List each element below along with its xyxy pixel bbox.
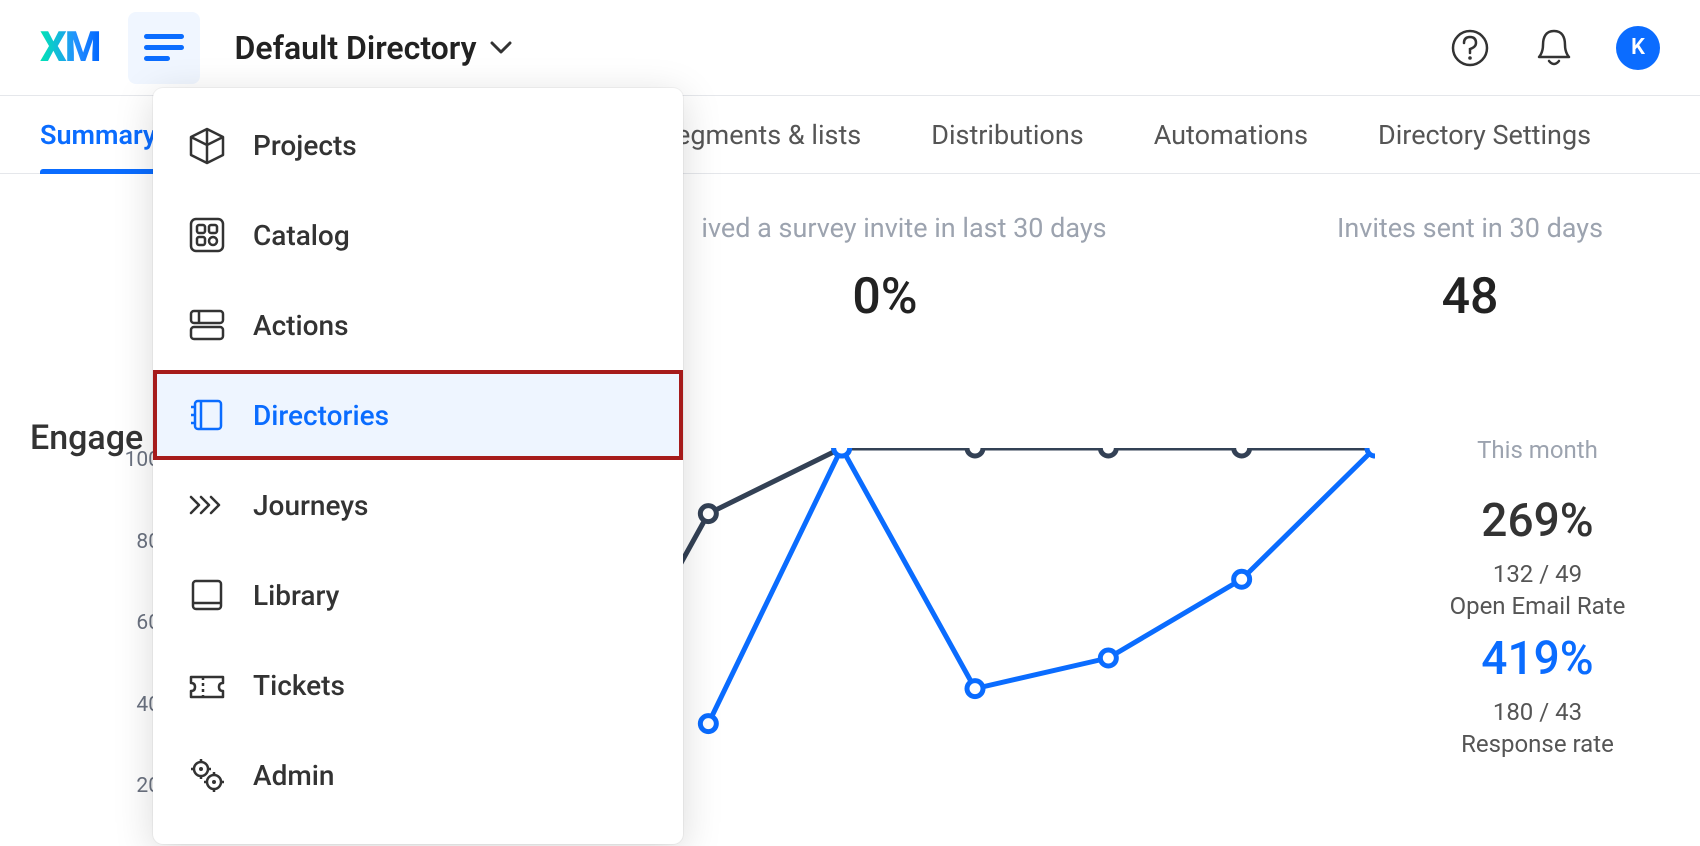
catalog-icon — [187, 215, 227, 255]
notifications-button[interactable] — [1532, 26, 1576, 70]
metric-label: Invites sent in 30 days — [1280, 212, 1660, 244]
metric-value: 48 — [1280, 268, 1660, 326]
open-rate-value: 269% — [1415, 494, 1660, 548]
admin-icon — [187, 755, 227, 795]
menu-item-label: Actions — [253, 309, 349, 342]
menu-admin[interactable]: Admin — [153, 730, 683, 820]
header-bar: XM Default Directory K — [0, 0, 1700, 96]
menu-item-label: Library — [253, 579, 339, 612]
avatar-letter: K — [1631, 35, 1645, 60]
menu-item-label: Directories — [253, 399, 389, 432]
menu-item-label: Journeys — [253, 489, 368, 522]
help-icon — [1450, 28, 1490, 68]
menu-item-label: Projects — [253, 129, 357, 162]
tab-directory-settings[interactable]: Directory Settings — [1378, 96, 1591, 174]
header-right: K — [1448, 26, 1660, 70]
chevron-down-icon — [490, 41, 512, 55]
open-rate-ratio: 132 / 49 — [1415, 560, 1660, 588]
tab-segments[interactable]: Segments & lists — [660, 96, 861, 174]
library-icon — [187, 575, 227, 615]
menu-item-label: Tickets — [253, 669, 345, 702]
menu-journeys[interactable]: Journeys — [153, 460, 683, 550]
actions-icon — [187, 305, 227, 345]
logo: XM — [40, 23, 100, 72]
response-rate-ratio: 180 / 43 — [1415, 698, 1660, 726]
metric-value: 0% — [852, 268, 917, 326]
bell-icon — [1535, 27, 1573, 69]
tab-distributions[interactable]: Distributions — [931, 96, 1083, 174]
journeys-icon — [187, 485, 227, 525]
directories-icon — [187, 395, 227, 435]
tab-automations[interactable]: Automations — [1154, 96, 1308, 174]
menu-item-label: Catalog — [253, 219, 350, 252]
right-metrics: This month 269% 132 / 49 Open Email Rate… — [1415, 436, 1660, 798]
menu-catalog[interactable]: Catalog — [153, 190, 683, 280]
menu-directories[interactable]: Directories — [153, 370, 683, 460]
menu-tickets[interactable]: Tickets — [153, 640, 683, 730]
menu-library[interactable]: Library — [153, 550, 683, 640]
open-rate-label: Open Email Rate — [1415, 592, 1660, 620]
response-rate-value: 419% — [1415, 632, 1660, 686]
menu-actions[interactable]: Actions — [153, 280, 683, 370]
menu-item-label: Admin — [253, 759, 334, 792]
main-menu-button[interactable] — [128, 12, 200, 84]
tab-summary[interactable]: Summary — [40, 96, 160, 174]
tickets-icon — [187, 665, 227, 705]
avatar[interactable]: K — [1616, 26, 1660, 70]
this-month-label: This month — [1415, 436, 1660, 464]
menu-projects[interactable]: Projects — [153, 100, 683, 190]
response-rate-label: Response rate — [1415, 730, 1660, 758]
metric-invites-sent: Invites sent in 30 days 48 — [1280, 212, 1660, 326]
hamburger-icon — [144, 34, 184, 62]
projects-icon — [187, 125, 227, 165]
directory-name: Default Directory — [235, 29, 477, 67]
directory-selector[interactable]: Default Directory — [235, 29, 513, 67]
main-menu-dropdown: Projects Catalog Actions Directories Jou… — [153, 88, 683, 844]
help-button[interactable] — [1448, 26, 1492, 70]
